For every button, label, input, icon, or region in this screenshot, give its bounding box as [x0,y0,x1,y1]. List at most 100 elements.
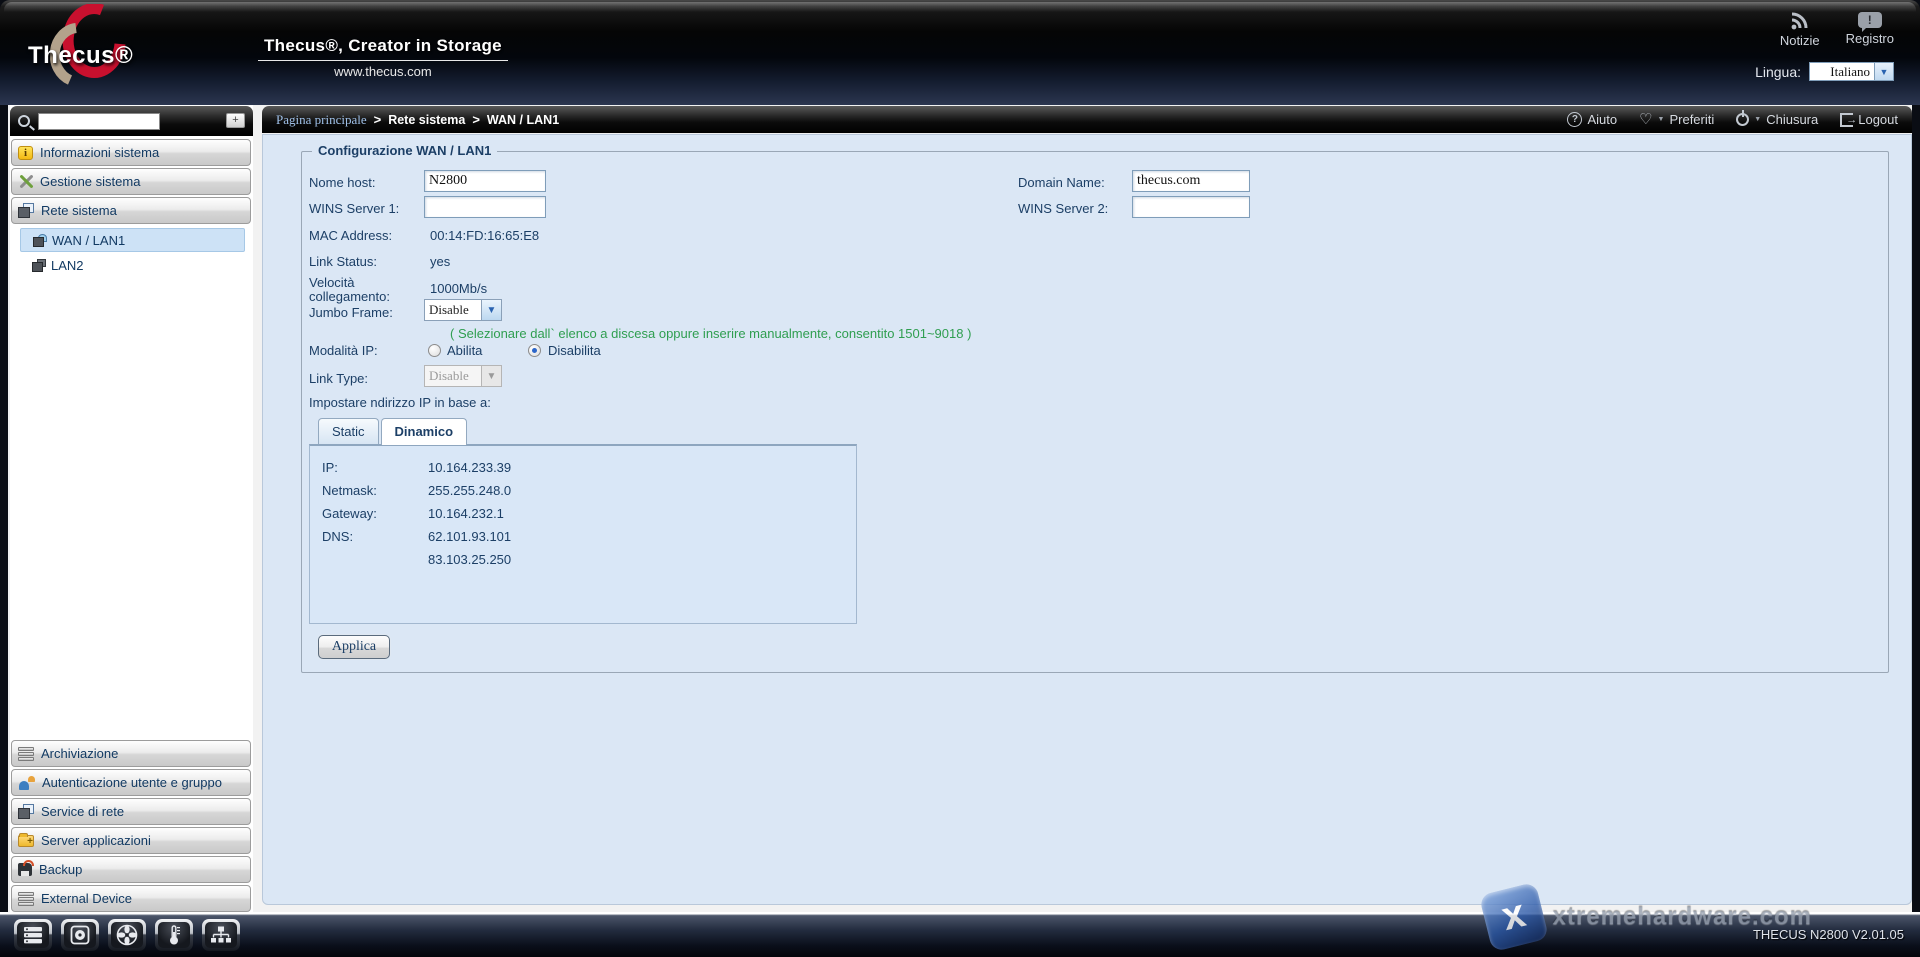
language-label: Lingua: [1755,64,1801,80]
chevron-down-icon: ▼ [482,365,502,387]
breadcrumb-level2: WAN / LAN1 [487,113,559,127]
ip-label: IP: [322,460,338,475]
jumbo-frame-note: ( Selezionare dall` elenco a discesa opp… [450,326,971,341]
sidebar-item-rete-sistema[interactable]: Rete sistema [11,197,251,224]
fan-status-button[interactable] [108,919,146,951]
brand-tagline: Thecus®, Creator in Storage [258,36,508,61]
add-button[interactable]: + [226,113,245,128]
system-status-button[interactable] [14,919,52,951]
sidebar-item-archiviazione[interactable]: Archiviazione [11,740,251,767]
search-input[interactable] [38,113,160,130]
content-panel: Configurazione WAN / LAN1 Nome host: Dom… [262,134,1912,905]
tab-dinamico[interactable]: Dinamico [381,418,468,445]
external-device-icon [18,892,34,906]
apply-button[interactable]: Applica [318,635,390,659]
logo-text: Thecus® [28,42,133,70]
search-icon [18,115,30,127]
lan-tree-icon [210,925,232,945]
sidebar-item-service-di-rete[interactable]: Service di rete [11,798,251,825]
users-icon [18,776,35,790]
sidebar-search-bar: + [10,106,253,136]
chevron-down-icon: ▼ [482,299,502,321]
impostare-label: Impostare ndirizzo IP in base a: [309,395,491,410]
nic-icon [32,259,46,272]
sidebar-item-wan-lan1[interactable]: WAN / LAN1 [20,228,245,252]
gateway-value: 10.164.232.1 [428,506,504,521]
mac-address-value: 00:14:FD:16:65:E8 [430,228,539,243]
ip-tabs-widget: Static Dinamico IP: 10.164.233.39 Netmas… [309,418,857,624]
info-icon: i [18,146,33,160]
app-header: Thecus® Thecus®, Creator in Storage www.… [0,0,1920,105]
breadcrumb: Pagina principale > Rete sistema > WAN /… [276,112,559,128]
wan-lan1-config-fieldset: Configurazione WAN / LAN1 Nome host: Dom… [301,151,1889,673]
wins1-label: WINS Server 1: [309,201,399,216]
nome-host-label: Nome host: [309,175,375,190]
log-bubble-icon: ! [1858,12,1882,28]
link-status-label: Link Status: [309,254,377,269]
thermometer-icon [165,924,183,946]
dns-label: DNS: [322,529,353,544]
sidebar-item-gestione-sistema[interactable]: Gestione sistema [11,168,251,195]
help-button[interactable]: ? Aiuto [1567,112,1617,127]
dns-value-1: 62.101.93.101 [428,529,511,544]
chevron-down-icon: ▼ [1875,62,1894,81]
sidebar-item-autenticazione[interactable]: Autenticazione utente e gruppo [11,769,251,796]
sidebar-item-informazioni-sistema[interactable]: i Informazioni sistema [11,139,251,166]
sidebar-item-server-applicazioni[interactable]: Server applicazioni [11,827,251,854]
wins2-input[interactable] [1132,196,1250,218]
network-icon [18,804,34,819]
power-icon [1736,113,1749,126]
fieldset-legend: Configurazione WAN / LAN1 [312,143,497,158]
shutdown-button[interactable]: ▼ Chiusura [1736,112,1818,127]
sidebar-item-backup[interactable]: Backup [11,856,251,883]
chevron-down-icon: ▼ [1754,116,1761,123]
server-icon [22,925,44,945]
velocita-label: Velocità collegamento: [309,276,409,304]
jumbo-frame-label: Jumbo Frame: [309,305,393,320]
radio-abilita-label: Abilita [447,343,482,358]
hard-disk-icon [70,925,90,945]
nome-host-input[interactable] [424,170,546,192]
link-type-select: Disable ▼ [424,365,502,387]
news-link[interactable]: Notizie [1780,12,1820,48]
sidebar: + i Informazioni sistema Gestione sistem… [10,105,253,912]
gateway-label: Gateway: [322,506,377,521]
main-area: Pagina principale > Rete sistema > WAN /… [262,105,1912,912]
dinamico-tab-panel: IP: 10.164.233.39 Netmask: 255.255.248.0… [309,444,857,624]
domain-name-input[interactable] [1132,170,1250,192]
netmask-label: Netmask: [322,483,377,498]
netmask-value: 255.255.248.0 [428,483,511,498]
link-type-label: Link Type: [309,371,368,386]
mac-address-label: MAC Address: [309,228,392,243]
radio-disabilita[interactable] [528,344,541,357]
radio-abilita[interactable] [428,344,441,357]
domain-name-label: Domain Name: [1018,175,1105,190]
wins1-input[interactable] [424,196,546,218]
nic-icon [33,234,47,247]
status-footer: THECUS N2800 V2.01.05 [0,912,1920,957]
network-icon [18,203,34,218]
help-icon: ? [1567,112,1582,127]
link-status-value: yes [430,254,450,269]
radio-disabilita-label: Disabilita [548,343,601,358]
chevron-down-icon: ▼ [1658,116,1665,123]
favorites-button[interactable]: ♡ ▼ Preferiti [1639,112,1714,127]
language-select[interactable]: Italiano ▼ [1809,62,1894,81]
logout-button[interactable]: Logout [1840,112,1898,127]
thecus-admin-page: Thecus® Thecus®, Creator in Storage www.… [0,0,1920,957]
disk-status-button[interactable] [61,919,99,951]
storage-icon [18,747,34,761]
breadcrumb-home-link[interactable]: Pagina principale [276,112,367,128]
network-status-button[interactable] [202,919,240,951]
sidebar-item-external-device[interactable]: External Device [11,885,251,912]
jumbo-frame-select[interactable]: Disable ▼ [424,299,502,321]
breadcrumb-bar: Pagina principale > Rete sistema > WAN /… [262,106,1912,133]
dns-value-2: 83.103.25.250 [428,552,511,567]
brand-website: www.thecus.com [258,64,508,79]
tab-static[interactable]: Static [318,418,379,444]
modalita-ip-label: Modalità IP: [309,343,378,358]
tools-icon [18,174,33,189]
log-link[interactable]: ! Registro [1846,12,1894,48]
sidebar-item-lan2[interactable]: LAN2 [20,253,245,277]
temperature-status-button[interactable] [155,919,193,951]
